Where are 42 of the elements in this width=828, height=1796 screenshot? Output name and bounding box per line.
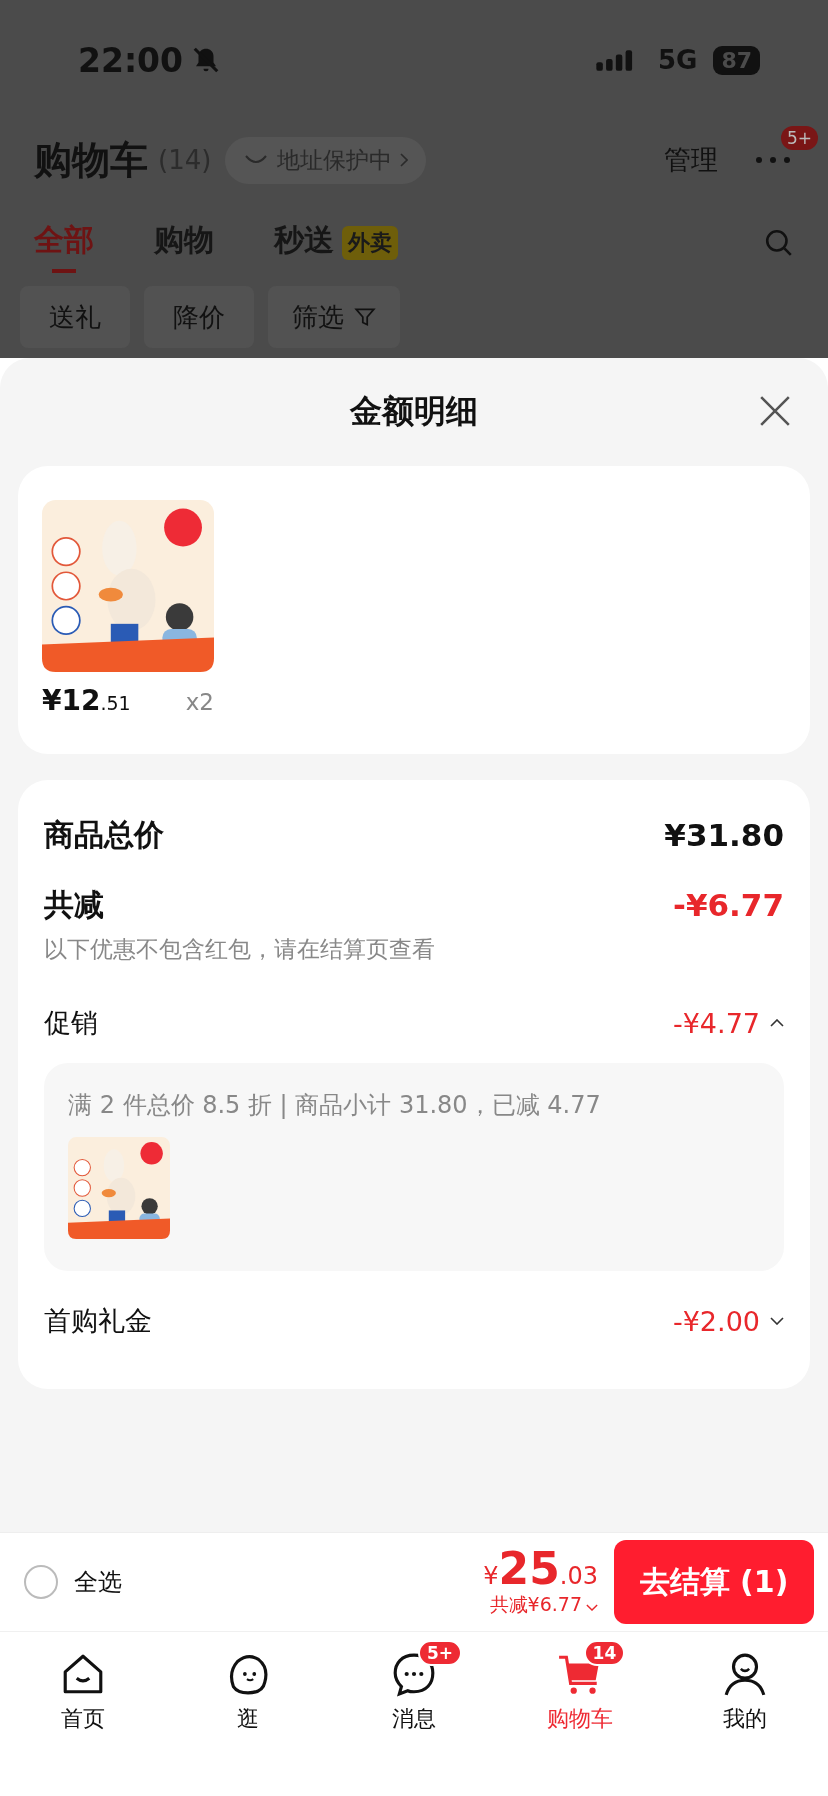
row-label: 共减 — [44, 885, 104, 924]
chevron-up-icon[interactable] — [770, 1019, 784, 1027]
checkout-button[interactable]: 去结算 (1) — [614, 1540, 814, 1624]
row-label: 商品总价 — [44, 815, 164, 854]
smile-icon — [243, 154, 270, 166]
filter-chip[interactable]: 送礼 — [20, 286, 130, 348]
savings-link[interactable]: 共减¥6.77 — [489, 1592, 598, 1619]
filter-chip[interactable]: 降价 — [144, 286, 254, 348]
product-price: ¥12.51 — [42, 684, 131, 717]
promo-detail-text: 满 2 件总价 8.5 折 | 商品小计 31.80，已减 4.77 — [68, 1090, 602, 1121]
filter-icon — [354, 306, 376, 328]
row-amount: -¥6.77 — [673, 887, 784, 923]
nav-tab[interactable]: 首页 — [0, 1636, 166, 1754]
chevron-down-icon[interactable] — [770, 1317, 784, 1325]
sheet-title: 金额明细 — [350, 391, 478, 432]
chevron-down-icon — [586, 1604, 598, 1612]
chevron-right-icon — [400, 153, 409, 167]
row-label: 促销 — [44, 1006, 98, 1040]
nav-tab[interactable]: 我的 — [662, 1636, 828, 1754]
tag: 外卖 — [342, 225, 398, 260]
category-tab[interactable]: 全部 — [34, 212, 94, 273]
battery-indicator: 87 — [713, 45, 760, 75]
total-price: ¥25.03 — [483, 1545, 598, 1593]
row-amount: -¥4.77 — [672, 1007, 760, 1039]
filter-chip[interactable]: 筛选 — [268, 286, 400, 348]
select-all-label: 全选 — [74, 1567, 122, 1598]
count-badge: 5+ — [418, 1640, 463, 1666]
manage-button[interactable]: 管理 — [664, 142, 718, 178]
nav-tab[interactable]: 逛 — [165, 1636, 332, 1754]
page-title: 购物车 — [34, 136, 148, 184]
nav-tab[interactable]: 5+ 消息 — [331, 1636, 497, 1754]
status-time: 22:00 — [78, 40, 184, 80]
row-amount: -¥2.00 — [672, 1305, 760, 1337]
row-amount: ¥31.80 — [664, 817, 784, 853]
note-text: 以下优惠不包含红包，请在结算页查看 — [44, 935, 436, 964]
nav-tab[interactable]: 14 购物车 — [496, 1636, 663, 1754]
notification-badge: 5+ — [780, 126, 818, 150]
network-label: 5G — [657, 45, 698, 75]
row-label: 首购礼金 — [44, 1304, 152, 1338]
close-icon[interactable] — [758, 394, 792, 428]
quantity: x2 — [185, 689, 214, 715]
select-all-checkbox[interactable] — [24, 1565, 58, 1599]
